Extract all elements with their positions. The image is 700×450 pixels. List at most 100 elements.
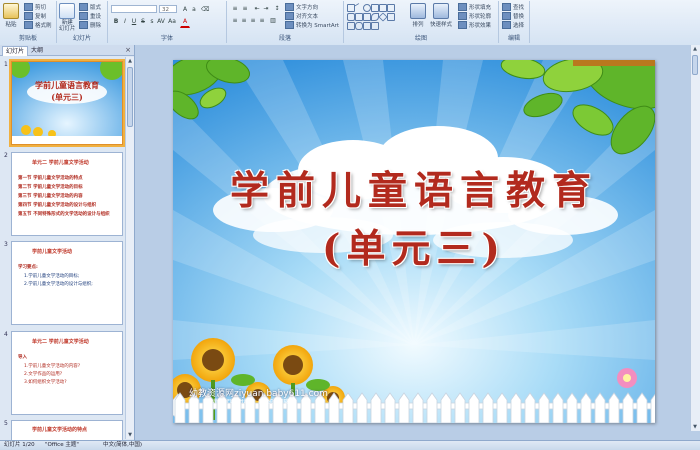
reset-button[interactable]: 重设 <box>79 12 101 20</box>
new-slide-button[interactable]: 新建 幻灯片 <box>59 3 76 32</box>
thumb-4-item: 导入 <box>18 355 27 360</box>
select-button[interactable]: 选择 <box>502 21 524 29</box>
current-slide[interactable]: 学前儿童语言教育 (单元三) 幼教资源网ziyuan.baby611.com P… <box>173 60 655 423</box>
fence-picket <box>482 392 494 423</box>
format-painter-button[interactable]: 格式刷 <box>24 21 52 29</box>
paste-button[interactable]: 粘贴 <box>3 3 19 28</box>
thumb-3-item: 学习要点: <box>18 265 38 270</box>
convert-smartart-button[interactable]: 转换为 SmartArt <box>285 21 339 29</box>
font-group: 32 A a ⌫ B I U S s AV Aa A 字体 <box>108 1 227 43</box>
arrange-button[interactable]: 排列 <box>410 3 426 28</box>
slide-thumb-4[interactable]: 单元二 学前儿童文学活动 导入 1.学前儿童文学活动的内容? 2.文学作品的运用… <box>11 331 123 415</box>
cut-button[interactable]: 剪切 <box>24 3 46 11</box>
shape-bracket[interactable] <box>347 22 355 30</box>
clear-format-button[interactable]: ⌫ <box>200 5 210 15</box>
shape-triangle[interactable] <box>371 4 379 12</box>
text-direction-button[interactable]: 文字方向 <box>285 3 318 11</box>
shape-brace[interactable] <box>363 13 371 21</box>
effects-icon <box>458 21 467 29</box>
fence-picket <box>580 392 592 423</box>
shape-hex[interactable] <box>387 13 395 21</box>
spacing-button[interactable]: AV <box>156 17 166 27</box>
align-text-button[interactable]: 对齐文本 <box>285 12 318 20</box>
tab-outline[interactable]: 大纲 <box>28 46 46 55</box>
new-slide-icon <box>59 3 76 19</box>
replace-button[interactable]: 替换 <box>502 12 524 20</box>
arrange-icon <box>410 3 426 19</box>
watermark-small-text: PPT课件、FLASH课件、教案资源下载 <box>203 399 289 405</box>
fence-picket <box>622 392 634 423</box>
fence-picket <box>412 392 424 423</box>
slide-thumb-5[interactable]: 学前儿童文学活动的特点 <box>11 420 123 441</box>
slides-label: 幻灯片 <box>72 35 91 42</box>
thumb-2-item: 第五节 不同特殊形式的文学活动的设计与组织 <box>18 212 110 217</box>
slide-thumb-2[interactable]: 单元二 学前儿童文学活动 第一节 学前儿童文学活动的特点 第二节 学前儿童文学活… <box>11 152 123 236</box>
fence-picket <box>538 392 550 423</box>
scroll-thumb[interactable] <box>127 67 133 127</box>
ribbon: 粘贴 剪切 复制 格式刷 剪贴板 新建 幻灯片 版式 重设 删除 幻灯片 32 … <box>0 0 700 46</box>
shape-callout[interactable] <box>355 13 363 21</box>
scroll-down-icon[interactable]: ▼ <box>692 424 698 430</box>
pen-icon <box>458 12 467 20</box>
align-text-icon <box>285 12 294 20</box>
shrink-font-button[interactable]: a <box>189 5 199 15</box>
scroll-up-icon[interactable]: ▲ <box>127 58 133 64</box>
shape-outline-button[interactable]: 形状轮廓 <box>458 12 491 20</box>
slide-title[interactable]: 学前儿童语言教育 <box>173 160 655 216</box>
fence-picket <box>636 392 648 423</box>
thumb-1-subtitle: (单元三) <box>51 92 83 102</box>
tab-slides[interactable]: 幻灯片 <box>2 46 29 56</box>
font-color-button[interactable]: A <box>180 17 190 28</box>
shape-cloud[interactable] <box>355 22 363 30</box>
shape-banner[interactable] <box>371 22 379 30</box>
font-size-combo[interactable]: 32 <box>159 5 177 13</box>
slide-subtitle[interactable]: (单元三) <box>173 218 655 274</box>
close-icon[interactable]: × <box>125 46 131 55</box>
shapes-gallery[interactable] <box>347 2 401 32</box>
pane-scrollbar[interactable]: ▲ ▼ <box>125 57 134 439</box>
text-direction-icon <box>285 3 294 11</box>
shape-arrow[interactable] <box>379 4 387 12</box>
shape-star[interactable] <box>387 4 395 12</box>
scissors-icon <box>24 3 33 11</box>
slide-thumb-3[interactable]: 学前儿童文学活动 学习要点: 1.学前儿童文学活动的目标; 2.学前儿童文学活动… <box>11 241 123 325</box>
font-name-combo[interactable] <box>111 5 157 13</box>
scroll-down-icon[interactable]: ▼ <box>127 432 133 438</box>
delete-slide-button[interactable]: 删除 <box>79 21 101 29</box>
columns-button[interactable]: ▥ <box>268 16 278 26</box>
editing-label: 编辑 <box>507 35 520 42</box>
shape-oval[interactable] <box>363 4 371 12</box>
layout-button[interactable]: 版式 <box>79 3 101 11</box>
layout-icon <box>79 3 88 11</box>
quick-styles-icon <box>433 3 449 19</box>
copy-button[interactable]: 复制 <box>24 12 46 20</box>
editor-scrollbar[interactable]: ▲ ▼ <box>690 45 700 431</box>
thumb-2-title: 单元二 学前儿童文学活动 <box>32 160 89 166</box>
slide-thumb-1[interactable]: 学前儿童语言教育 (单元三) <box>9 59 125 147</box>
numbering-button[interactable]: ≡ <box>240 4 250 14</box>
justify-button[interactable]: ≡ <box>257 16 267 26</box>
shape-rrect[interactable] <box>347 13 355 21</box>
find-button[interactable]: 查找 <box>502 3 524 11</box>
fence-picket <box>174 392 186 423</box>
bullets-button[interactable]: ≡ <box>230 4 240 14</box>
fence-picket <box>440 392 452 423</box>
change-case-button[interactable]: Aa <box>167 17 177 27</box>
slides-pane: 幻灯片 大纲 × 1 学前儿童语言教育 (单元三) 2 单元二 学前儿童文学活动… <box>0 45 135 441</box>
shape-fill-button[interactable]: 形状填充 <box>458 3 491 11</box>
paragraph-group: ≡ ≡ ⇤ ⇥ ↕ ≡ ≡ ≡ ≡ ▥ 文字方向 对齐文本 转换为 SmartA… <box>227 1 344 43</box>
shape-effects-button[interactable]: 形状效果 <box>458 21 491 29</box>
thumb-2-item: 第三节 学前儿童文学活动的内容 <box>18 194 83 199</box>
thumb-number: 1 <box>4 61 8 68</box>
increase-indent-button[interactable]: ⇥ <box>261 4 271 14</box>
shape-flow[interactable] <box>363 22 371 30</box>
editor-scroll-thumb[interactable] <box>692 55 698 75</box>
line-spacing-button[interactable]: ↕ <box>272 4 282 14</box>
fence-picket <box>356 392 368 423</box>
thumb-3-item: 1.学前儿童文学活动的目标; <box>24 274 80 279</box>
scroll-up-icon[interactable]: ▲ <box>692 46 698 52</box>
quick-styles-button[interactable]: 快速样式 <box>430 3 452 28</box>
editing-group: 查找 替换 选择 编辑 <box>499 1 530 43</box>
fence-picket <box>608 392 620 423</box>
smartart-icon <box>285 21 294 29</box>
